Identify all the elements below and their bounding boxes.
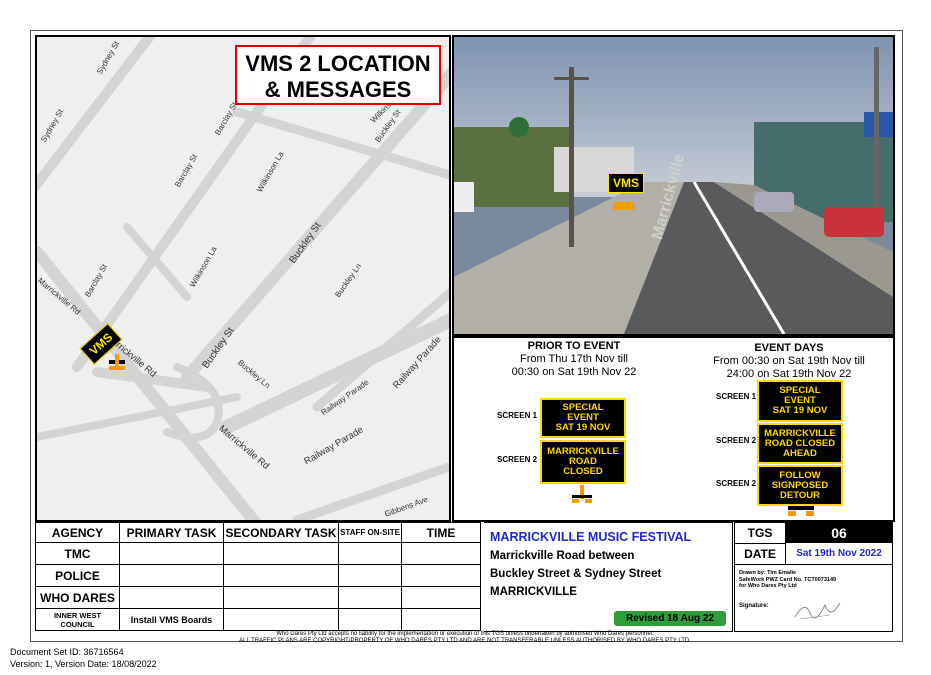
version-info: Version: 1, Version Date: 18/08/2022 (10, 659, 157, 669)
event-line-1: From 00:30 on Sat 19th Nov till (713, 355, 865, 367)
event-days-block: EVENT DAYS From 00:30 on Sat 19th Nov ti… (694, 342, 884, 381)
primary-task-cell (119, 586, 224, 609)
document-id: Document Set ID: 36716564 (10, 647, 124, 657)
primary-task-cell (119, 564, 224, 587)
secondary-task-cell (223, 608, 339, 631)
time-cell (401, 586, 481, 609)
header-time: TIME (401, 522, 481, 543)
date-label: DATE (735, 544, 786, 565)
table-row: INNER WEST COUNCIL Install VMS Boards (35, 608, 481, 631)
tgs-number: 06 (786, 523, 892, 543)
event-screen-1: SPECIAL EVENT SAT 19 NOV (757, 380, 843, 422)
title-line-1: VMS 2 LOCATION (245, 51, 431, 76)
prior-line-2: 00:30 on Sat 19th Nov 22 (511, 366, 637, 378)
signature-label: Signature: (739, 603, 769, 609)
event-info-box: MARRICKVILLE MUSIC FESTIVAL Marrickville… (484, 522, 733, 632)
prior-to-event-block: PRIOR TO EVENT From Thu 17th Nov till 00… (484, 340, 664, 379)
agency-cell: POLICE (35, 564, 120, 587)
event-screen-3: FOLLOW SIGNPOSED DETOUR (757, 465, 843, 506)
screen-label: SCREEN 1 (497, 411, 538, 420)
screen-label: SCREEN 2 (497, 455, 538, 464)
time-cell (401, 564, 481, 587)
table-row: WHO DARES (35, 586, 481, 609)
agency-cell: WHO DARES (35, 586, 120, 609)
staff-cell (338, 586, 402, 609)
road-gibbens (292, 462, 449, 520)
prior-screen-2: MARRICKVILLE ROAD CLOSED (540, 440, 626, 484)
event-heading: EVENT DAYS (754, 342, 824, 354)
primary-task-cell (119, 542, 224, 565)
vms-trailer-icon (109, 354, 125, 370)
location-line-1: Marrickville Road between (490, 550, 635, 562)
revised-badge: Revised 18 Aug 22 (614, 611, 726, 626)
secondary-task-cell (223, 542, 339, 565)
staff-cell (338, 542, 402, 565)
header-agency: AGENCY (35, 522, 120, 543)
agency-cell: TMC (35, 542, 120, 565)
screen-label: SCREEN 2 (716, 479, 757, 488)
time-cell (401, 608, 481, 631)
photo-vms-marker: VMS (608, 173, 644, 193)
screen-label: SCREEN 1 (716, 392, 757, 401)
primary-task-cell: Install VMS Boards (119, 608, 224, 631)
location-map: Sydney St Sydney St Barclay St Barclay S… (35, 35, 451, 522)
street-view-photo: VMS Marrickville (452, 35, 895, 336)
date-value: Sat 19th Nov 2022 (786, 544, 892, 565)
agency-cell: INNER WEST COUNCIL (35, 608, 120, 631)
prior-line-1: From Thu 17th Nov till (519, 353, 628, 365)
vms-messages-panel: PRIOR TO EVENT From Thu 17th Nov till 00… (452, 336, 895, 522)
staff-cell (338, 608, 402, 631)
time-cell (401, 542, 481, 565)
agency-task-table: AGENCY PRIMARY TASK SECONDARY TASK STAFF… (35, 522, 481, 631)
tgs-box: TGS 06 DATE Sat 19th Nov 2022 Drawn by: … (734, 522, 893, 632)
location-line-3: MARRICKVILLE (490, 586, 577, 598)
prior-screen-1: SPECIAL EVENT SAT 19 NOV (540, 398, 626, 438)
staff-cell (338, 564, 402, 587)
event-screen-2: MARRICKVILLE ROAD CLOSED AHEAD (757, 423, 843, 464)
vms-trailer-icon (788, 506, 814, 516)
vms-trailer-icon (572, 485, 592, 503)
drawn-by-block: Drawn by: Tim Emalie SafeWork PWZ Card N… (739, 570, 837, 589)
road-marrickville-rd (37, 246, 261, 520)
header-secondary-task: SECONDARY TASK (223, 522, 339, 543)
screen-label: SCREEN 2 (716, 436, 757, 445)
location-line-2: Buckley Street & Sydney Street (490, 568, 662, 580)
prior-heading: PRIOR TO EVENT (527, 340, 621, 352)
secondary-task-cell (223, 586, 339, 609)
disclaimer-2: ALL TRAFFIC PLANS ARE COPYRIGHT/PROPERTY… (239, 638, 691, 644)
header-primary-task: PRIMARY TASK (119, 522, 224, 543)
signature-icon (794, 602, 841, 620)
tgs-label: TGS (735, 523, 786, 544)
secondary-task-cell (223, 564, 339, 587)
table-row: POLICE (35, 564, 481, 587)
table-row: TMC (35, 542, 481, 565)
disclaimer-1: Who Dares Pty Ltd accepts no liability f… (276, 631, 654, 637)
sheet-title: VMS 2 LOCATION & MESSAGES (235, 45, 441, 105)
event-name: MARRICKVILLE MUSIC FESTIVAL (490, 530, 692, 544)
header-staff-onsite: STAFF ON-SITE (338, 522, 402, 543)
title-line-2: & MESSAGES (264, 77, 412, 102)
